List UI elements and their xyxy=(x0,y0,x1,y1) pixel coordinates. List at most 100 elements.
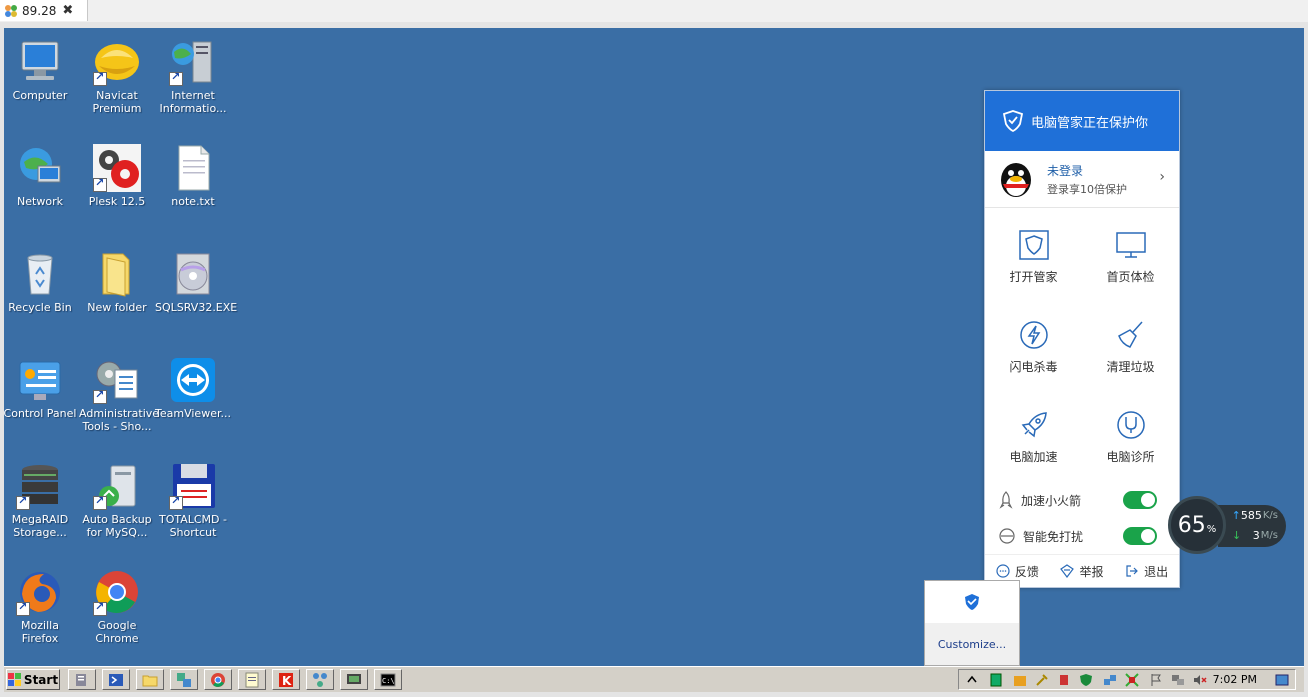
desktop-icon-navicat[interactable]: Navicat Premium xyxy=(79,38,155,115)
start-button[interactable]: Start xyxy=(6,669,60,690)
desktop-icon-plesk[interactable]: Plesk 12.5 xyxy=(79,144,155,208)
desktop-icon-label: New folder xyxy=(87,301,147,314)
desktop-icon-chrome[interactable]: Google Chrome xyxy=(79,568,155,645)
desktop-icon-recycle-bin[interactable]: Recycle Bin xyxy=(2,250,78,314)
shortcut-arrow-icon xyxy=(93,494,107,510)
report-button[interactable]: 举报 xyxy=(1060,563,1103,580)
desktop-icon-label: Computer xyxy=(12,89,68,102)
desktop-icon-computer[interactable]: Computer xyxy=(2,38,78,102)
chevron-up-icon[interactable] xyxy=(965,673,979,687)
taskbar-network-map[interactable] xyxy=(306,669,334,690)
setup-disc-icon xyxy=(176,253,210,295)
do-not-disturb-toggle-switch[interactable] xyxy=(1123,527,1157,545)
taskbar-chrome[interactable] xyxy=(204,669,232,690)
app-tray-icon[interactable] xyxy=(1125,673,1139,687)
desktop-icon-megaraid[interactable]: MegaRAID Storage... xyxy=(2,462,78,539)
clock[interactable]: 7:02 PM xyxy=(1213,673,1257,686)
exit-button[interactable]: 退出 xyxy=(1125,563,1168,580)
desktop-icon-label: Administrative Tools - Sho... xyxy=(79,407,160,433)
clean-junk-button[interactable]: 清理垃圾 xyxy=(1082,302,1179,392)
feature-label: 闪电杀毒 xyxy=(1009,360,1058,374)
desktop-icon-firefox[interactable]: Mozilla Firefox xyxy=(2,568,78,645)
upload-speed: ↑ 585 K/s xyxy=(1218,505,1286,525)
feedback-button[interactable]: 反馈 xyxy=(996,563,1039,580)
monitor-icon xyxy=(1115,232,1146,258)
desktop-icon-sqlsrv32[interactable]: SQLSRV32.EXE xyxy=(155,250,238,314)
browser-tabbar: 89.28 ✖ xyxy=(0,0,1308,23)
desktop-icon-label: SQLSRV32.EXE xyxy=(155,301,238,314)
usage-percent: 65 xyxy=(1177,512,1206,538)
rocket-toggle-switch[interactable] xyxy=(1123,491,1157,509)
shortcut-arrow-icon xyxy=(169,70,183,86)
security-shield-tray-icon[interactable] xyxy=(963,593,981,611)
desktop-icon-control-panel[interactable]: Control Panel xyxy=(2,356,78,420)
frame-bottom xyxy=(0,692,1308,697)
taskbar-powershell[interactable] xyxy=(102,669,130,690)
desktop-icon-note-txt[interactable]: note.txt xyxy=(155,144,231,208)
open-manager-button[interactable]: 打开管家 xyxy=(985,212,1082,302)
desktop-icon-label: Navicat Premium xyxy=(92,89,142,115)
shield-icon xyxy=(1018,230,1049,260)
feature-label: 电脑诊所 xyxy=(1106,450,1155,464)
control-panel-icon xyxy=(19,361,61,400)
download-unit: M/s xyxy=(1260,529,1278,541)
taskbar-explorer[interactable] xyxy=(136,669,164,690)
recycle-bin-icon xyxy=(27,254,53,295)
network-computers-icon[interactable] xyxy=(1171,673,1185,687)
tools-tray-icon[interactable] xyxy=(1035,673,1049,687)
volume-muted-icon[interactable] xyxy=(1193,673,1207,687)
shortcut-arrow-icon xyxy=(93,600,107,616)
pc-speedup-button[interactable]: 电脑加速 xyxy=(985,392,1082,482)
taskbar-k-app[interactable]: K xyxy=(272,669,300,690)
desktop-icon-teamviewer[interactable]: TeamViewer... xyxy=(155,356,231,420)
remote-desktop-icon xyxy=(347,673,361,684)
teamviewer-icon xyxy=(171,358,215,402)
taskbar-server-manager[interactable] xyxy=(68,669,96,690)
taskbar-notepad[interactable] xyxy=(238,669,266,690)
desktop-icon-new-folder[interactable]: New folder xyxy=(79,250,155,314)
system-tray: 7:02 PM xyxy=(958,669,1296,690)
desktop-icon-iis[interactable]: Internet Informatio... xyxy=(155,38,231,115)
upload-value: 585 xyxy=(1240,508,1262,522)
computer-icon xyxy=(21,41,59,80)
battery-icon[interactable] xyxy=(989,673,1003,687)
desktop-icon-totalcmd[interactable]: TOTALCMD - Shortcut xyxy=(155,462,231,539)
desktop-icon-auto-backup[interactable]: Auto Backup for MySQ... xyxy=(79,462,155,539)
feature-label: 首页体检 xyxy=(1106,270,1155,284)
flash-antivirus-button[interactable]: 闪电杀毒 xyxy=(985,302,1082,392)
shield-tray-icon[interactable] xyxy=(1013,673,1027,687)
usb-tray-icon[interactable] xyxy=(1057,673,1071,687)
shortcut-arrow-icon xyxy=(16,600,30,616)
security-tray-icon[interactable] xyxy=(1079,673,1093,687)
shortcut-arrow-icon xyxy=(93,388,107,404)
frame-right xyxy=(1304,22,1308,697)
home-checkup-button[interactable]: 首页体检 xyxy=(1082,212,1179,302)
user-login-row[interactable]: 未登录 登录享10倍保护 › xyxy=(985,151,1179,208)
close-icon[interactable]: ✖ xyxy=(62,3,73,18)
desktop-icon-admin-tools[interactable]: Administrative Tools - Sho... xyxy=(79,356,160,433)
network-tray-icon[interactable] xyxy=(1103,673,1117,687)
tab-remote-session[interactable]: 89.28 ✖ xyxy=(0,0,88,21)
arrow-up-icon: ↑ xyxy=(1231,508,1241,522)
shortcut-arrow-icon xyxy=(93,176,107,192)
taskbar-command-prompt[interactable]: C:\ xyxy=(374,669,402,690)
toggle-label: 加速小火箭 xyxy=(1021,493,1082,508)
memory-usage-gauge[interactable]: 65 % xyxy=(1168,496,1226,554)
chat-bubble-icon xyxy=(996,564,1010,578)
taskbar-network-tool[interactable] xyxy=(170,669,198,690)
flag-icon[interactable] xyxy=(1149,673,1163,687)
customize-link[interactable]: Customize... xyxy=(925,623,1019,665)
network-speed-widget[interactable]: ↑ 585 K/s ↓ 3 M/s xyxy=(1218,505,1286,547)
taskbar-remote-desktop[interactable] xyxy=(340,669,368,690)
upload-unit: K/s xyxy=(1262,509,1278,521)
desktop-icon-label: Recycle Bin xyxy=(8,301,72,314)
show-desktop-icon[interactable] xyxy=(1275,673,1289,687)
desktop-icon-network[interactable]: Network xyxy=(2,144,78,208)
arrow-down-icon: ↓ xyxy=(1232,528,1242,542)
user-subtitle: 登录享10倍保护 xyxy=(1047,182,1127,196)
shield-check-icon xyxy=(1003,110,1023,132)
pc-clinic-button[interactable]: 电脑诊所 xyxy=(1082,392,1179,482)
folder-icon xyxy=(142,675,158,686)
feature-grid: 打开管家 首页体检 闪电杀毒 清理垃圾 电脑加速 电脑诊所 xyxy=(985,208,1179,482)
server-manager-icon xyxy=(76,673,86,686)
